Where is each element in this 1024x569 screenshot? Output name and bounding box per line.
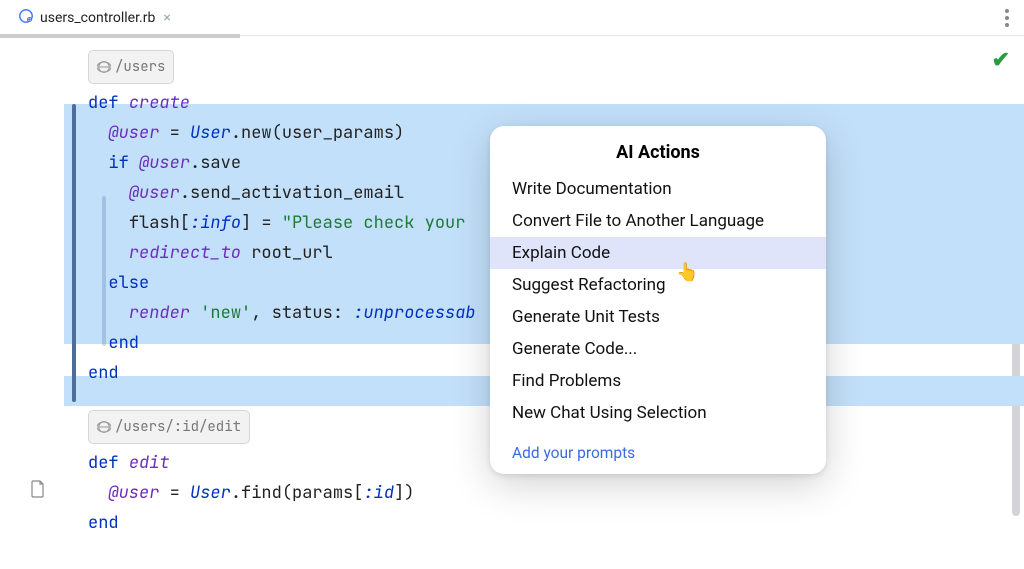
more-menu-icon[interactable]: [998, 9, 1016, 27]
ai-action-find-problems[interactable]: Find Problems: [490, 365, 826, 397]
cursor-pointer-icon: 👆: [676, 262, 698, 283]
globe-icon: [97, 420, 111, 434]
code-line: end: [88, 508, 1024, 538]
route-path: /users: [115, 52, 165, 82]
route-label-edit[interactable]: /users/:id/edit: [88, 410, 250, 444]
file-tab[interactable]: users_controller.rb ×: [8, 4, 183, 32]
file-gutter-icon[interactable]: [30, 480, 46, 502]
close-tab-icon[interactable]: ×: [161, 10, 172, 26]
tab-filename: users_controller.rb: [40, 10, 155, 26]
ai-action-convert-file[interactable]: Convert File to Another Language: [490, 205, 826, 237]
ai-action-suggest-refactoring[interactable]: Suggest Refactoring: [490, 269, 826, 301]
ai-action-new-chat-selection[interactable]: New Chat Using Selection: [490, 397, 826, 429]
selection-brace: [72, 104, 76, 402]
route-path: /users/:id/edit: [115, 412, 241, 442]
popup-title: AI Actions: [490, 138, 826, 173]
ruby-file-icon: [18, 8, 34, 28]
editor[interactable]: ✔ /users def create @user = User.new(use…: [0, 36, 1024, 569]
ai-action-generate-code[interactable]: Generate Code...: [490, 333, 826, 365]
tab-bar: users_controller.rb ×: [0, 0, 1024, 36]
ai-action-explain-code[interactable]: Explain Code: [490, 237, 826, 269]
add-your-prompts-link[interactable]: Add your prompts: [490, 439, 826, 466]
globe-icon: [97, 60, 111, 74]
code-line: @user = User.find(params[:id]): [88, 478, 1024, 508]
route-label-users[interactable]: /users: [88, 50, 174, 84]
ai-action-write-documentation[interactable]: Write Documentation: [490, 173, 826, 205]
ai-actions-popup: AI Actions Write DocumentationConvert Fi…: [490, 126, 826, 474]
code-line: def create: [88, 88, 1024, 118]
gutter: [0, 36, 64, 569]
ai-action-generate-unit-tests[interactable]: Generate Unit Tests: [490, 301, 826, 333]
